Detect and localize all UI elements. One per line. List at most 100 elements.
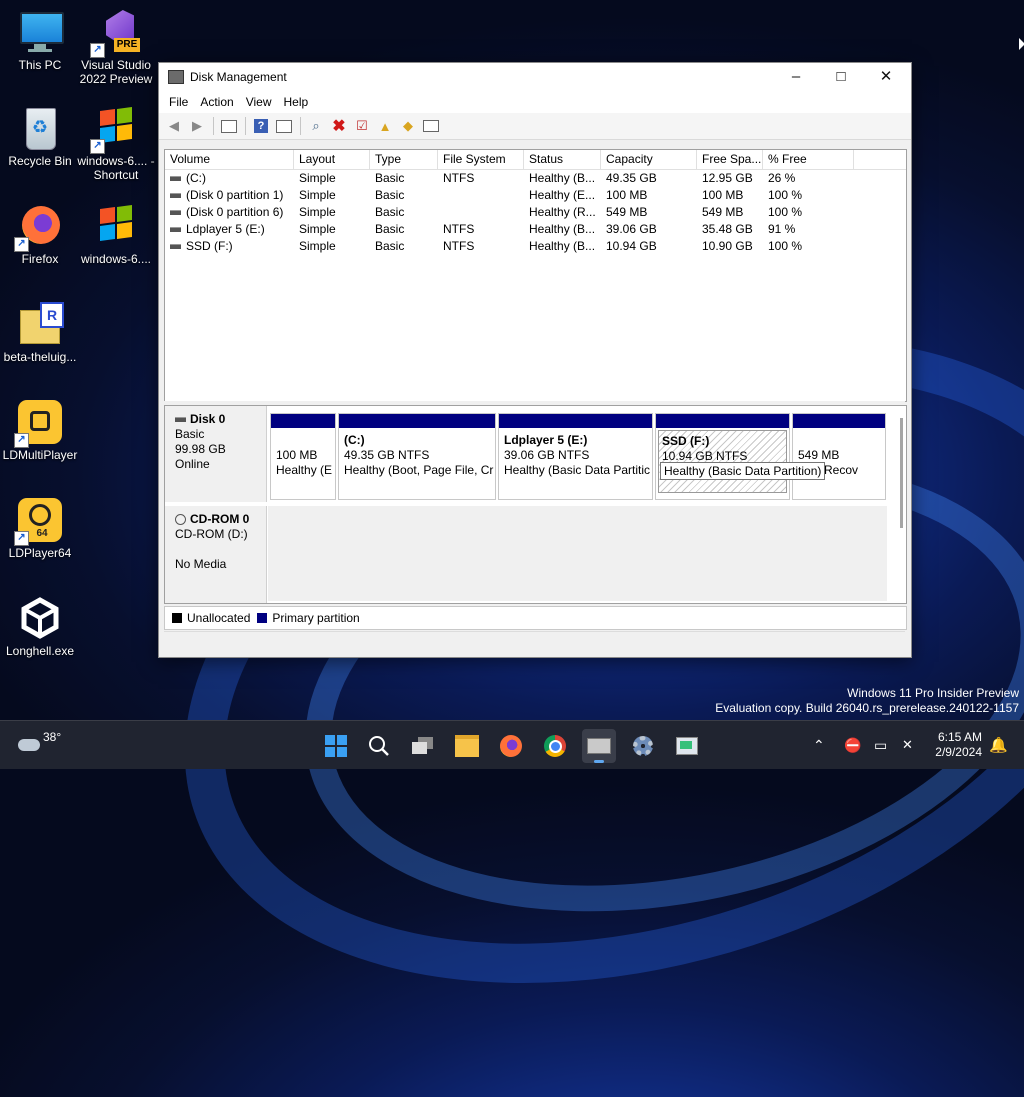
mouse-cursor-icon: [1019, 38, 1024, 50]
volume-cell-type: Basic: [375, 171, 405, 185]
menu-view[interactable]: View: [240, 95, 278, 109]
volume-list-header: Volume Layout Type File System Status Ca…: [165, 150, 906, 170]
settings-icon[interactable]: [626, 729, 660, 763]
delete-icon[interactable]: ✖: [328, 115, 350, 137]
volume-row[interactable]: (C:) Simple Basic NTFS Healthy (B... 49.35 GB…: [165, 170, 906, 187]
column-header-percent-free[interactable]: % Free: [763, 150, 854, 169]
column-header-layout[interactable]: Layout: [294, 150, 370, 169]
ldplayer-badge: 64: [36, 528, 48, 539]
volume-row[interactable]: (Disk 0 partition 6) Simple Basic Healthy (…: [165, 204, 906, 221]
column-header-volume[interactable]: Volume: [165, 150, 294, 169]
disk-graphical-pane: Disk 0 Basic 99.98 GB Online 100 MB Heal…: [164, 405, 907, 604]
volume-cell-layout: Simple: [299, 239, 336, 253]
primary-partition-bar: [656, 414, 789, 428]
column-header-type[interactable]: Type: [370, 150, 438, 169]
desktop-icon-ldmultiplayer[interactable]: ↗ LDMultiPlayer: [0, 398, 80, 462]
screen-tool-icon[interactable]: [670, 729, 704, 763]
desktop-icon-firefox[interactable]: ↗ Firefox: [0, 202, 80, 266]
column-header-file-system[interactable]: File System: [438, 150, 524, 169]
show-hidden-icons[interactable]: ⌃: [813, 721, 825, 769]
volume-cell-capacity: 549 MB: [606, 205, 648, 219]
volume-row[interactable]: Ldplayer 5 (E:) Simple Basic NTFS Healthy (B…: [165, 221, 906, 238]
partition-c[interactable]: (C:) 49.35 GB NTFS Healthy (Boot, Page F…: [338, 413, 496, 500]
volume-cell-pct: 26 %: [768, 171, 796, 185]
column-header-capacity[interactable]: Capacity: [601, 150, 697, 169]
column-header-free-space[interactable]: Free Spa...: [697, 150, 763, 169]
volume-cell-layout: Simple: [299, 171, 336, 185]
title-bar[interactable]: Disk Management – □ ✕: [159, 63, 911, 91]
unallocated-swatch: [172, 613, 182, 623]
back-arrow-icon[interactable]: ◀: [163, 115, 185, 137]
partition-e[interactable]: Ldplayer 5 (E:) 39.06 GB NTFS Healthy (B…: [498, 413, 653, 500]
menu-file[interactable]: File: [163, 95, 194, 109]
show-hide-console-tree-icon[interactable]: [218, 115, 240, 137]
notification-bell-icon[interactable]: 🔔: [989, 721, 1008, 769]
volume-icon: [170, 176, 181, 182]
cloud-icon: [18, 739, 40, 751]
firefox-icon[interactable]: [494, 729, 528, 763]
volume-muted-icon[interactable]: ✕: [902, 721, 913, 769]
primary-partition-swatch: [257, 613, 268, 623]
desktop-icon-ldplayer64[interactable]: 64 ↗ LDPlayer64: [0, 496, 80, 560]
menu-help[interactable]: Help: [278, 95, 315, 109]
properties-pane-icon[interactable]: [273, 115, 295, 137]
windows-flag-icon: ↗: [90, 104, 140, 154]
chrome-icon[interactable]: [538, 729, 572, 763]
clock[interactable]: 6:15 AM 2/9/2024: [930, 721, 982, 769]
partition-f[interactable]: SSD (F:) 10.94 GB NTFS: [655, 413, 790, 500]
volume-cell-volume: (C:): [165, 170, 294, 187]
volume-cell-status: Healthy (B...: [529, 171, 596, 185]
connect-drive-icon[interactable]: ⌕: [305, 115, 327, 137]
display-icon[interactable]: ▭: [874, 721, 887, 769]
graphical-pane-scrollbar[interactable]: [900, 418, 903, 528]
console-icon[interactable]: [420, 115, 442, 137]
menu-action[interactable]: Action: [194, 95, 239, 109]
disk0-label[interactable]: Disk 0 Basic 99.98 GB Online: [165, 406, 267, 502]
column-header-status[interactable]: Status: [524, 150, 601, 169]
desktop-icon-label: Firefox: [21, 252, 59, 266]
folder-up-icon[interactable]: ▲: [374, 115, 396, 137]
partition-status: Healthy (E: [276, 463, 333, 477]
help-icon[interactable]: ?: [250, 115, 272, 137]
task-view-icon[interactable]: [406, 729, 440, 763]
search-icon[interactable]: [362, 729, 396, 763]
volume-icon: [170, 227, 181, 233]
search-folder-icon[interactable]: ◆: [397, 115, 419, 137]
volume-cell-fs: NTFS: [443, 239, 475, 253]
shortcut-arrow-icon: ↗: [14, 531, 29, 546]
window-title: Disk Management: [190, 70, 287, 84]
volume-icon: [170, 210, 181, 216]
desktop-icon-beta-folder[interactable]: R beta-theluig...: [0, 300, 80, 364]
volume-cell-capacity: 100 MB: [606, 188, 648, 202]
maximize-button[interactable]: □: [818, 63, 864, 91]
partition-status: Healthy (Boot, Page File, Cr: [344, 463, 494, 477]
weather-widget[interactable]: 38°: [18, 721, 61, 769]
volume-cell-layout: Simple: [299, 222, 336, 236]
volume-cell-capacity: 10.94 GB: [606, 239, 657, 253]
file-explorer-icon[interactable]: [450, 729, 484, 763]
partition-title: (C:): [344, 433, 365, 447]
disk-management-window: Disk Management – □ ✕ File Action View H…: [158, 62, 912, 658]
desktop-icon-visual-studio[interactable]: PRE ↗ Visual Studio 2022 Preview: [76, 8, 156, 86]
desktop-icon-recycle-bin[interactable]: ♻ Recycle Bin: [0, 104, 80, 168]
volume-cell-free: 100 MB: [702, 188, 744, 202]
desktop-icon-windows-shortcut[interactable]: ↗ windows-6.... - Shortcut: [76, 104, 156, 182]
network-off-icon[interactable]: ⛔: [844, 721, 861, 769]
partition-efi[interactable]: 100 MB Healthy (E: [270, 413, 336, 500]
check-properties-icon[interactable]: ☑: [351, 115, 373, 137]
cdrom-label[interactable]: CD-ROM 0 CD-ROM (D:) No Media: [165, 506, 267, 603]
disk-management-icon[interactable]: [582, 729, 616, 763]
start-icon[interactable]: [319, 729, 353, 763]
desktop-icon-this-pc[interactable]: This PC: [0, 8, 80, 72]
desktop-icon-windows[interactable]: windows-6....: [76, 202, 156, 266]
volume-name: (Disk 0 partition 1): [186, 188, 284, 202]
desktop-icon-longhell[interactable]: Longhell.exe: [0, 594, 80, 658]
close-button[interactable]: ✕: [863, 63, 909, 91]
disk0-name: Disk 0: [190, 412, 226, 426]
minimize-button[interactable]: –: [773, 63, 819, 91]
volume-row[interactable]: SSD (F:) Simple Basic NTFS Healthy (B... 10.9…: [165, 238, 906, 255]
forward-arrow-icon[interactable]: ▶: [186, 115, 208, 137]
partition-recovery[interactable]: 549 MB lthy (Recov: [792, 413, 886, 500]
cdrom-area[interactable]: [268, 506, 887, 601]
volume-row[interactable]: (Disk 0 partition 1) Simple Basic Healthy (…: [165, 187, 906, 204]
